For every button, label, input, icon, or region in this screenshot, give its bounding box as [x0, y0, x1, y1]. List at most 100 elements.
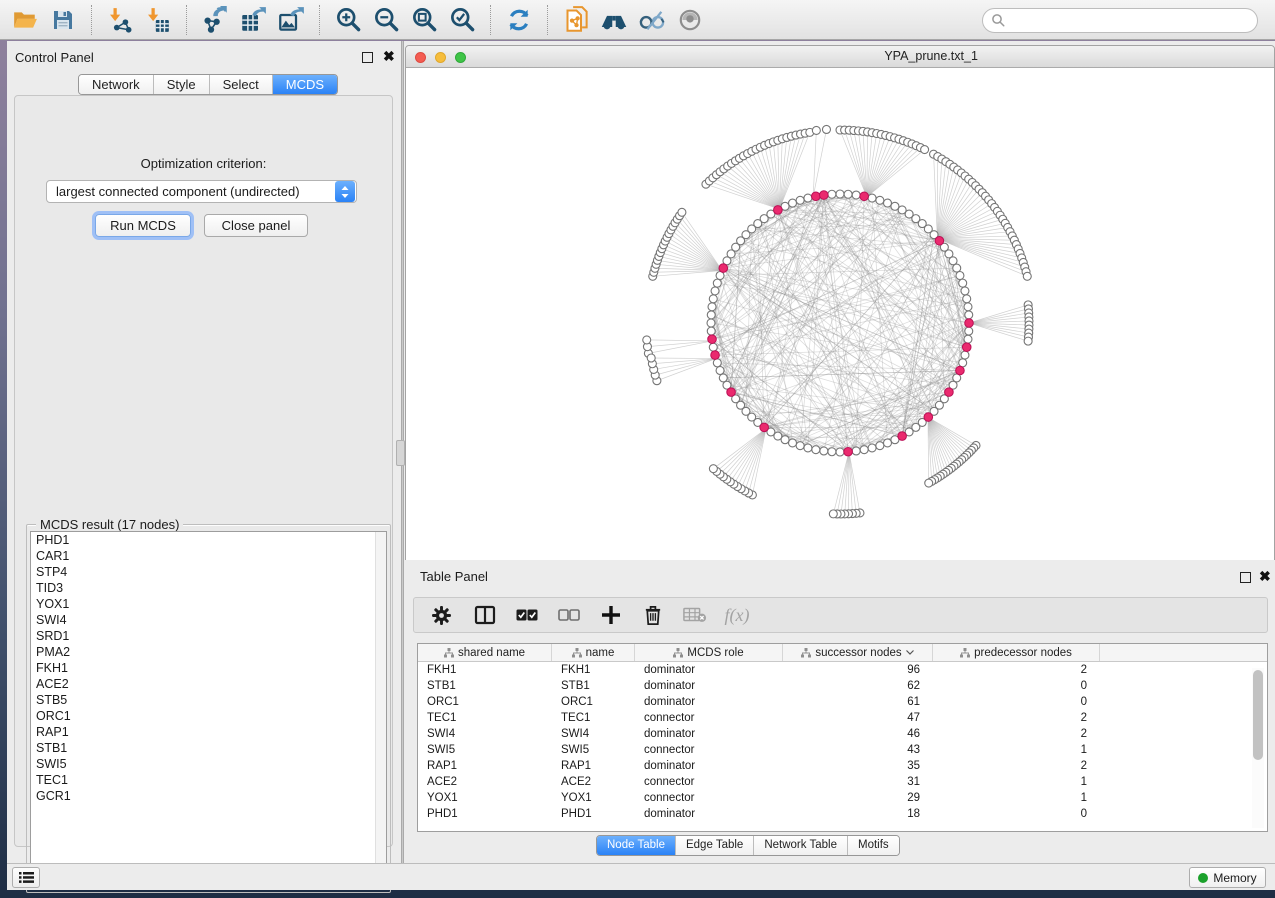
network-node[interactable] — [709, 343, 717, 351]
mcds-node[interactable] — [708, 335, 717, 344]
column-header-shared-name[interactable]: shared name — [418, 644, 552, 661]
mcds-node[interactable] — [860, 192, 869, 201]
table-cell[interactable]: RAP1 — [418, 758, 552, 774]
table-cell[interactable]: YOX1 — [552, 790, 635, 806]
mcds-result-item[interactable]: PMA2 — [31, 644, 386, 660]
control-panel-close-button[interactable]: ✖ — [383, 51, 395, 62]
network-node[interactable] — [707, 311, 715, 319]
select-all-button[interactable] — [512, 600, 542, 630]
network-node[interactable] — [789, 439, 797, 447]
table-cell[interactable]: SWI5 — [418, 742, 552, 758]
table-cell[interactable]: 31 — [783, 774, 933, 790]
export-image-button[interactable] — [272, 3, 310, 37]
add-column-button[interactable] — [596, 600, 626, 630]
table-cell[interactable]: TEC1 — [418, 710, 552, 726]
table-row[interactable]: STB1STB1dominator620 — [418, 678, 1267, 694]
zoom-out-button[interactable] — [367, 3, 405, 37]
tab-mcds[interactable]: MCDS — [273, 75, 337, 94]
open-session-button[interactable] — [6, 3, 44, 37]
run-mcds-button[interactable]: Run MCDS — [95, 214, 191, 237]
network-node[interactable] — [961, 287, 969, 295]
network-node[interactable] — [964, 303, 972, 311]
table-cell[interactable]: connector — [635, 790, 783, 806]
mcds-result-item[interactable]: STB5 — [31, 692, 386, 708]
export-network-button[interactable] — [196, 3, 234, 37]
zoom-selected-button[interactable] — [443, 3, 481, 37]
mcds-node[interactable] — [760, 423, 769, 432]
network-node[interactable] — [956, 272, 964, 280]
mcds-result-item[interactable]: FKH1 — [31, 660, 386, 676]
table-row[interactable]: ACE2ACE2connector311 — [418, 774, 1267, 790]
network-node[interactable] — [719, 374, 727, 382]
network-node[interactable] — [852, 447, 860, 455]
table-row[interactable]: YOX1YOX1connector291 — [418, 790, 1267, 806]
save-session-button[interactable] — [44, 3, 82, 37]
mcds-node[interactable] — [898, 432, 907, 441]
table-cell[interactable]: SWI5 — [552, 742, 635, 758]
column-header-MCDS-role[interactable]: MCDS role — [635, 644, 783, 661]
column-header-name[interactable]: name — [552, 644, 635, 661]
window-minimize-icon[interactable] — [435, 52, 446, 63]
leaf-node[interactable] — [925, 479, 933, 487]
table-cell[interactable]: FKH1 — [552, 662, 635, 678]
mcds-result-item[interactable]: GCR1 — [31, 788, 386, 804]
table-cell[interactable]: dominator — [635, 726, 783, 742]
mcds-list-scrollbar[interactable] — [375, 532, 386, 888]
table-cell[interactable]: SWI4 — [552, 726, 635, 742]
refresh-button[interactable] — [500, 3, 538, 37]
network-node[interactable] — [844, 190, 852, 198]
network-node[interactable] — [964, 335, 972, 343]
table-cell[interactable]: ACE2 — [418, 774, 552, 790]
table-cell[interactable]: 29 — [783, 790, 933, 806]
leaf-node[interactable] — [812, 126, 820, 134]
table-cell[interactable]: FKH1 — [418, 662, 552, 678]
task-history-button[interactable] — [12, 867, 40, 888]
network-node[interactable] — [789, 199, 797, 207]
column-header-successor-nodes[interactable]: successor nodes — [783, 644, 933, 661]
network-canvas[interactable] — [406, 68, 1274, 560]
network-node[interactable] — [965, 327, 973, 335]
network-node[interactable] — [796, 196, 804, 204]
window-maximize-icon[interactable] — [455, 52, 466, 63]
table-cell[interactable]: dominator — [635, 806, 783, 822]
table-cell[interactable]: dominator — [635, 694, 783, 710]
network-node[interactable] — [860, 446, 868, 454]
mcds-result-item[interactable]: SRD1 — [31, 628, 386, 644]
mcds-node[interactable] — [962, 343, 971, 352]
mcds-node[interactable] — [965, 319, 974, 328]
memory-button[interactable]: Memory — [1189, 867, 1266, 888]
mcds-result-item[interactable]: YOX1 — [31, 596, 386, 612]
table-cell[interactable]: 18 — [783, 806, 933, 822]
window-close-icon[interactable] — [415, 52, 426, 63]
network-node[interactable] — [804, 444, 812, 452]
table-cell[interactable]: YOX1 — [418, 790, 552, 806]
mcds-result-item[interactable]: SWI4 — [31, 612, 386, 628]
table-cell[interactable]: PHD1 — [418, 806, 552, 822]
mcds-node[interactable] — [711, 351, 720, 360]
mcds-result-item[interactable]: STB1 — [31, 740, 386, 756]
mcds-node[interactable] — [844, 447, 853, 456]
network-node[interactable] — [963, 295, 971, 303]
table-row[interactable]: SWI5SWI5connector431 — [418, 742, 1267, 758]
leaf-node[interactable] — [709, 465, 717, 473]
table-cell[interactable]: ORC1 — [552, 694, 635, 710]
mcds-node[interactable] — [719, 264, 728, 273]
network-node[interactable] — [828, 448, 836, 456]
leaf-node[interactable] — [921, 146, 929, 154]
leaf-node[interactable] — [643, 336, 651, 344]
table-cell[interactable]: 96 — [783, 662, 933, 678]
table-cell[interactable]: 0 — [933, 694, 1100, 710]
panel-splitter-handle[interactable] — [396, 440, 405, 466]
network-node[interactable] — [812, 446, 820, 454]
network-node[interactable] — [876, 442, 884, 450]
table-cell[interactable]: 2 — [933, 726, 1100, 742]
table-cell[interactable]: 1 — [933, 774, 1100, 790]
network-node[interactable] — [707, 319, 715, 327]
leaf-node[interactable] — [1024, 337, 1032, 345]
tab-edge-table[interactable]: Edge Table — [676, 836, 754, 855]
control-panel-float-button[interactable] — [362, 52, 373, 63]
network-node[interactable] — [708, 303, 716, 311]
network-node[interactable] — [820, 447, 828, 455]
table-cell[interactable]: 0 — [933, 806, 1100, 822]
table-cell[interactable]: dominator — [635, 662, 783, 678]
